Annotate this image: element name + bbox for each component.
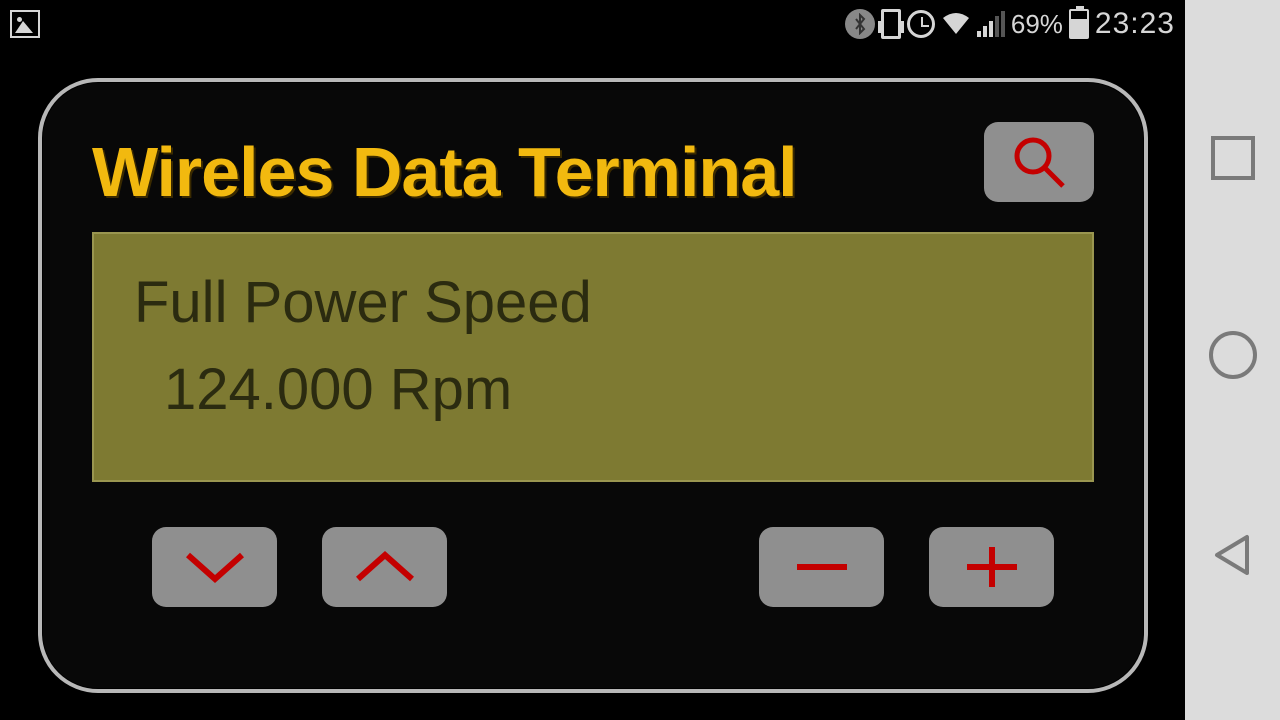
search-button[interactable] (984, 122, 1094, 202)
chevron-down-icon (180, 547, 250, 587)
plus-icon (957, 547, 1027, 587)
minus-button[interactable] (759, 527, 884, 607)
clock-time: 23:23 (1095, 7, 1175, 41)
alarm-icon (907, 10, 935, 38)
picture-icon (10, 10, 40, 38)
display-line-1: Full Power Speed (134, 259, 1052, 346)
vibrate-icon (881, 9, 901, 39)
signal-icon (977, 11, 1005, 37)
plus-button[interactable] (929, 527, 1054, 607)
nav-back-button[interactable] (1209, 531, 1257, 584)
terminal-panel: Wireles Data Terminal Full Power Speed 1… (38, 78, 1148, 693)
bluetooth-icon (845, 9, 875, 39)
chevron-up-icon (350, 547, 420, 587)
phone-screen: 69% 23:23 Wireles Data Terminal Full Pow… (0, 0, 1185, 720)
android-nav-bar (1185, 0, 1280, 720)
triangle-left-icon (1209, 531, 1257, 579)
page-title: Wireles Data Terminal (92, 132, 797, 212)
nav-recent-button[interactable] (1211, 136, 1255, 180)
down-button[interactable] (152, 527, 277, 607)
lcd-display: Full Power Speed 124.000 Rpm (92, 232, 1094, 482)
battery-percentage: 69% (1011, 9, 1063, 40)
up-button[interactable] (322, 527, 447, 607)
nav-home-button[interactable] (1209, 331, 1257, 379)
wifi-icon (941, 12, 971, 36)
battery-icon (1069, 9, 1089, 39)
search-icon (1009, 132, 1069, 192)
display-line-2: 124.000 Rpm (134, 346, 1052, 433)
minus-icon (787, 547, 857, 587)
status-bar: 69% 23:23 (0, 0, 1185, 48)
